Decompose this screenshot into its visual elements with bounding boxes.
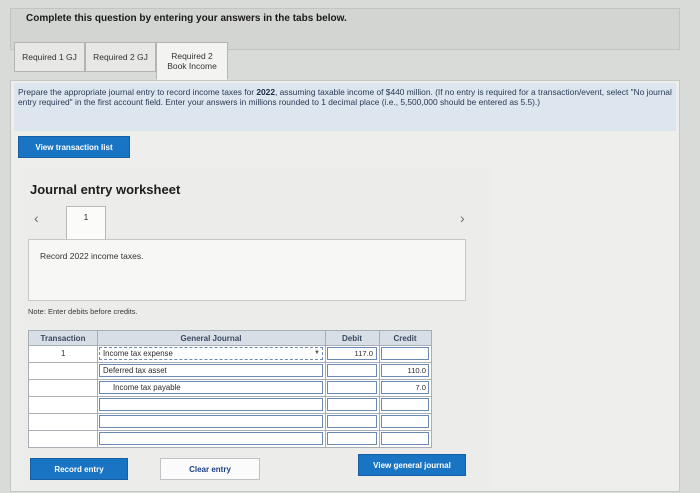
view-transaction-list-button[interactable]: View transaction list	[18, 136, 130, 158]
tab-label: Required 2 GJ	[93, 52, 148, 62]
debit-input[interactable]	[327, 381, 377, 394]
entry-description: Record 2022 income taxes.	[40, 251, 144, 261]
entry-description-box	[28, 239, 466, 301]
credit-value: 7.0	[415, 383, 426, 392]
credit-input[interactable]	[381, 432, 429, 445]
account-name: Income tax payable	[113, 383, 181, 392]
note-text: Note: Enter debits before credits.	[28, 307, 138, 316]
worksheet-page-tab[interactable]: 1	[66, 206, 106, 240]
header-credit: Credit	[379, 331, 431, 345]
tab-label-line2: Book Income	[167, 61, 217, 71]
credit-input[interactable]: 110.0	[381, 364, 429, 377]
chevron-left-icon[interactable]: ‹	[34, 210, 39, 226]
credit-input[interactable]	[381, 347, 429, 360]
prompt-year: 2022	[256, 87, 275, 97]
row-divider	[29, 345, 431, 346]
account-select[interactable]	[99, 415, 323, 428]
journal-table: Transaction General Journal Debit Credit…	[28, 330, 432, 448]
tab-required-1[interactable]: Required 1 GJ	[14, 42, 85, 72]
debit-input[interactable]	[327, 398, 377, 411]
page-number: 1	[83, 213, 89, 222]
header-transaction: Transaction	[29, 331, 97, 345]
debit-input[interactable]	[327, 415, 377, 428]
row-divider	[29, 413, 431, 414]
prompt-text: Prepare the appropriate journal entry to…	[18, 87, 672, 107]
record-entry-button[interactable]: Record entry	[30, 458, 128, 480]
header-general-journal: General Journal	[97, 331, 325, 345]
worksheet-title: Journal entry worksheet	[30, 182, 181, 197]
debit-input[interactable]: 117.0	[327, 347, 377, 360]
dropdown-arrow-icon[interactable]: ▼	[314, 350, 320, 356]
account-select[interactable]: Income tax expense ▼	[99, 347, 323, 360]
tab-label-line1: Required 2	[171, 51, 213, 61]
account-select[interactable]	[99, 432, 323, 445]
account-select[interactable]	[99, 398, 323, 411]
credit-input[interactable]	[381, 415, 429, 428]
view-general-journal-button[interactable]: View general journal	[358, 454, 466, 476]
account-select[interactable]: Deferred tax asset	[99, 364, 323, 377]
row-divider	[29, 396, 431, 397]
row-transaction-number: 1	[61, 349, 66, 358]
debit-input[interactable]	[327, 364, 377, 377]
debit-value: 117.0	[354, 349, 373, 358]
account-name: Income tax expense	[103, 349, 173, 358]
credit-value: 110.0	[407, 366, 426, 375]
header-debit: Debit	[325, 331, 379, 345]
row-divider	[29, 362, 431, 363]
credit-input[interactable]: 7.0	[381, 381, 429, 394]
credit-input[interactable]	[381, 398, 429, 411]
account-select[interactable]: Income tax payable	[99, 381, 323, 394]
instruction-text: Complete this question by entering your …	[26, 13, 347, 24]
row-divider	[29, 430, 431, 431]
tab-required-2-book-income[interactable]: Required 2 Book Income	[156, 42, 228, 80]
chevron-right-icon[interactable]: ›	[460, 210, 465, 226]
row-divider	[29, 379, 431, 380]
tab-label: Required 1 GJ	[22, 52, 77, 62]
tab-required-2[interactable]: Required 2 GJ	[85, 42, 156, 72]
clear-entry-button[interactable]: Clear entry	[160, 458, 260, 480]
debit-input[interactable]	[327, 432, 377, 445]
account-name: Deferred tax asset	[103, 366, 167, 375]
